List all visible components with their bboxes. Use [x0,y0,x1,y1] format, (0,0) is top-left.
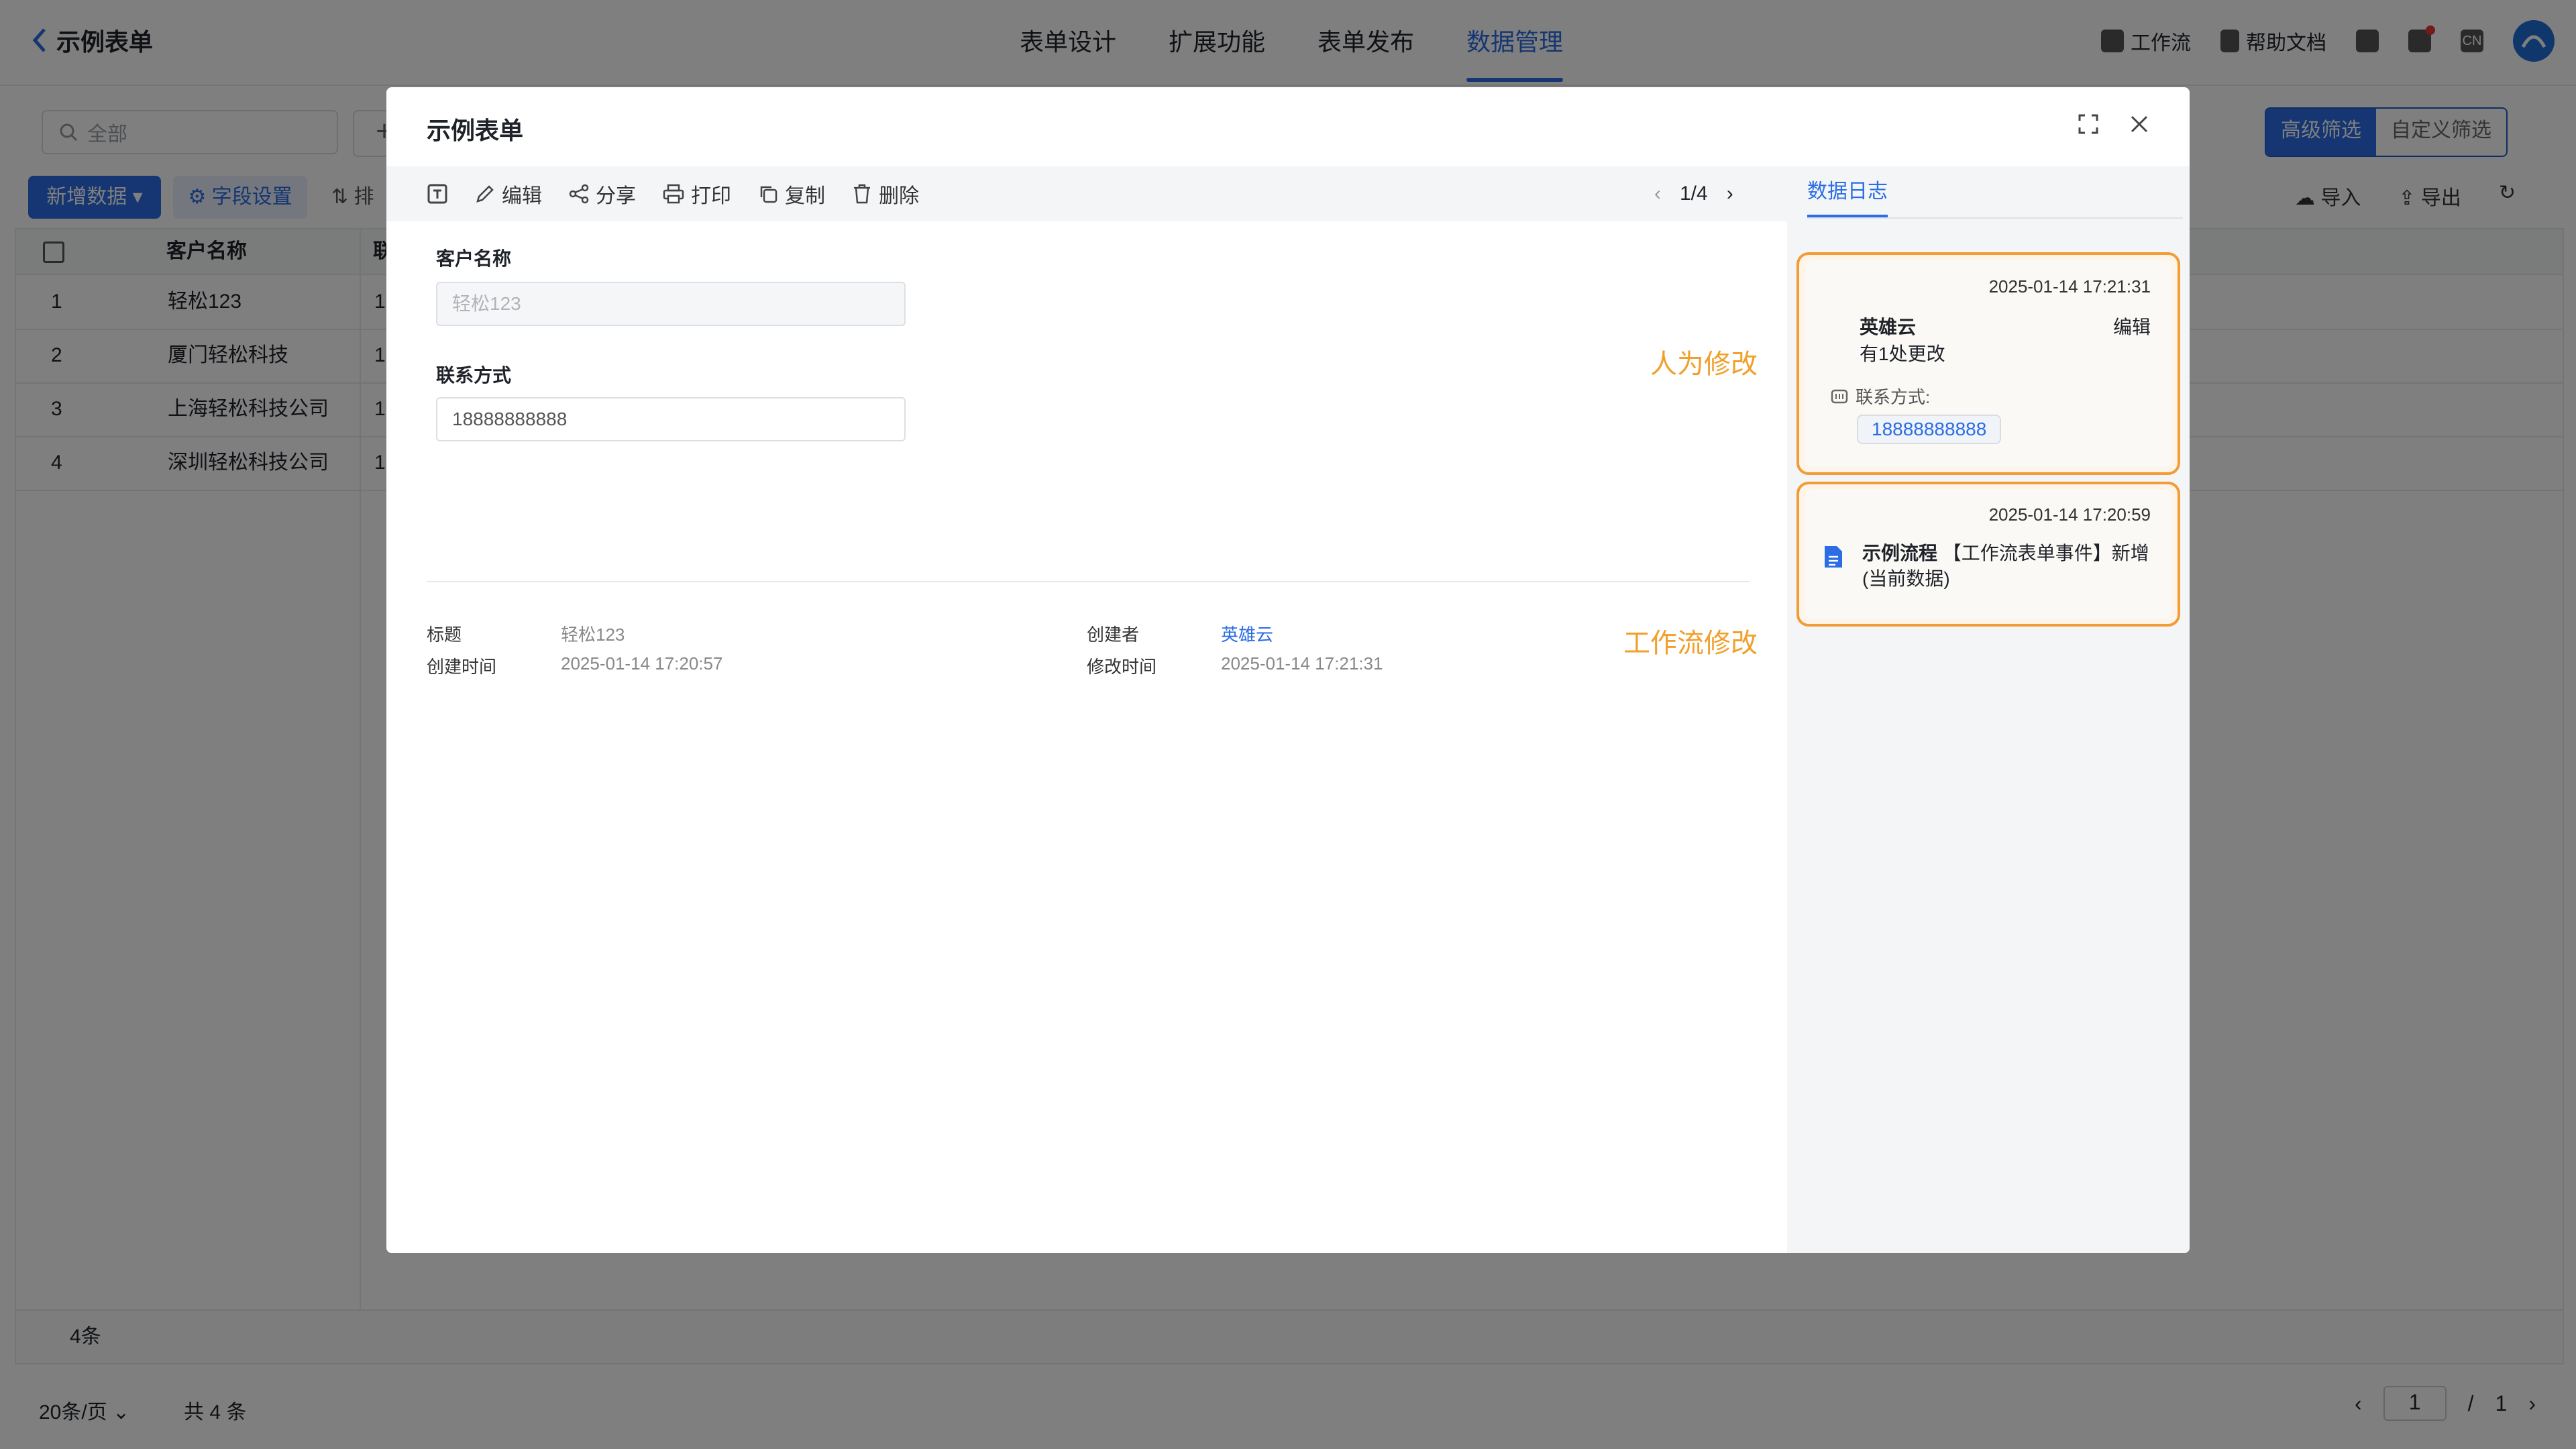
modal-toolbar: 编辑 分享 打印 复制 删除 ‹ 1/4 › [386,166,1787,221]
share-button[interactable]: 分享 [569,179,636,209]
meta-title-label: 标题 [427,625,462,645]
log-flow-event: 【工作流表单事件】新增 [1942,543,2149,564]
form-icon [427,184,447,204]
log-field: 联系方式: [1830,384,1930,409]
log-summary: 有1处更改 [1860,343,1945,364]
log-value-chip: 18888888888 [1857,415,2002,444]
printer-icon [663,184,684,204]
edit-button[interactable]: 编辑 [475,179,542,209]
print-button[interactable]: 打印 [663,179,731,209]
meta-creator-label: 创建者 [1087,625,1140,645]
document-icon [1825,546,1842,568]
contact-label: 联系方式 [436,365,512,386]
meta-modified-label: 修改时间 [1087,657,1157,677]
customer-name-field[interactable]: 轻松123 [436,282,906,326]
log-entry-body: 2025-01-14 17:21:31 英雄云 编辑 有1处更改 联系方式: 1… [1806,260,2171,467]
log-flow-tail: (当前数据) [1862,568,1950,589]
print-label: 打印 [691,185,731,207]
log-flow-text: 示例流程 【工作流表单事件】新增 (当前数据) [1862,541,2157,592]
toolbar-actions: 编辑 分享 打印 复制 删除 [427,166,919,221]
data-log-panel: 数据日志 2025-01-14 17:21:31 英雄云 编辑 有1处更改 联系… [1787,166,2190,1253]
record-pager: ‹ 1/4 › [1654,166,1733,221]
meta-modified-value: 2025-01-14 17:21:31 [1221,653,1383,674]
copy-icon [760,186,777,203]
trash-icon [854,184,870,204]
record-modal: 示例表单 编辑 分享 打印 复制 删除 ‹ 1/4 › 客户名称 轻松123 联… [386,87,2190,1253]
log-time: 2025-01-14 17:21:31 [1988,276,2151,297]
fullscreen-icon[interactable] [2078,114,2098,134]
divider [427,581,1750,582]
workflow-change-note: 工作流修改 [1623,629,1758,658]
field-icon [1831,389,1848,403]
copy-button[interactable]: 复制 [758,179,825,209]
record-position: 1/4 [1680,182,1708,205]
modal-controls [2078,114,2149,134]
share-label: 分享 [596,185,636,207]
log-time: 2025-01-14 17:20:59 [1988,504,2151,525]
prev-record-icon[interactable]: ‹ [1654,182,1661,205]
meta-creator-value[interactable]: 英雄云 [1221,621,1273,646]
delete-button[interactable]: 删除 [852,179,919,209]
manual-change-note: 人为修改 [1650,350,1758,379]
pencil-icon [476,185,494,203]
meta-created-value: 2025-01-14 17:20:57 [561,653,723,674]
log-entry-manual: 2025-01-14 17:21:31 英雄云 编辑 有1处更改 联系方式: 1… [1796,252,2180,475]
modal-title: 示例表单 [427,117,524,144]
share-icon [569,184,589,204]
delete-label: 删除 [879,185,919,207]
log-entry-workflow: 2025-01-14 17:20:59 示例流程 【工作流表单事件】新增 (当前… [1796,482,2180,627]
close-icon[interactable] [2129,114,2149,134]
tab-data-log[interactable]: 数据日志 [1807,166,1888,217]
log-field-label: 联系方式: [1856,387,1931,407]
log-action: 编辑 [2112,317,2151,337]
tab-underline [1807,217,2183,219]
log-entry-body: 2025-01-14 17:20:59 示例流程 【工作流表单事件】新增 (当前… [1806,490,2171,619]
meta-created-label: 创建时间 [427,657,497,677]
customer-name-label: 客户名称 [436,248,512,269]
copy-label: 复制 [785,185,825,207]
meta-title-value: 轻松123 [561,625,625,645]
log-user: 英雄云 [1860,317,1917,337]
form-area: 客户名称 轻松123 联系方式 18888888888 人为修改 标题 轻松12… [386,221,1787,1253]
next-record-icon[interactable]: › [1727,182,1733,205]
contact-field[interactable]: 18888888888 [436,397,906,441]
log-flow-name: 示例流程 [1862,543,1938,564]
form-view-button[interactable] [427,183,448,205]
edit-label: 编辑 [502,185,542,207]
